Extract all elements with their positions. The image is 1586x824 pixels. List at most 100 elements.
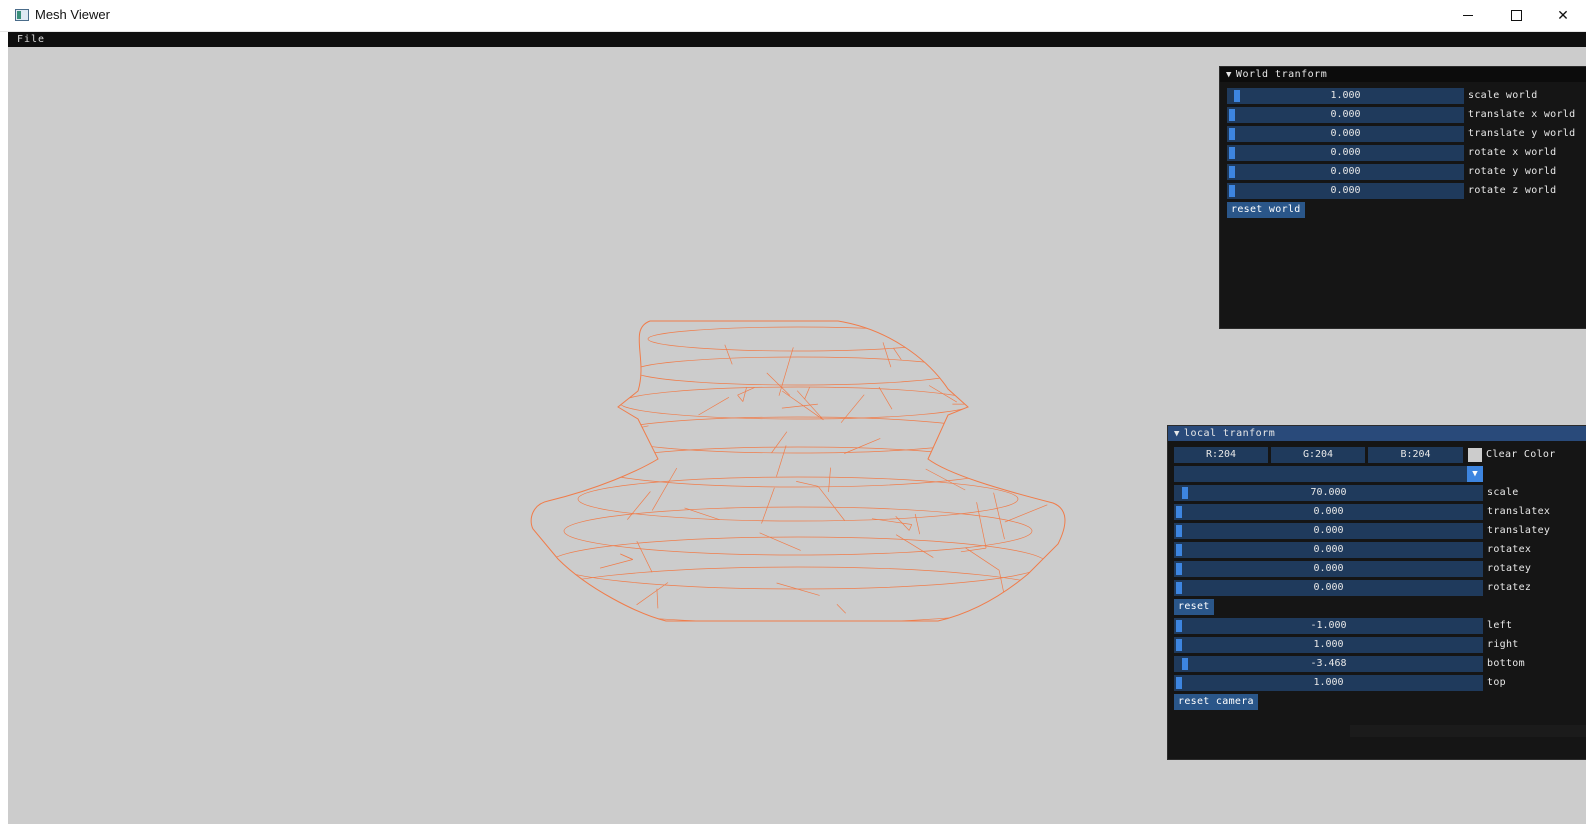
mesh-edge	[555, 431, 594, 455]
slider-rotate-x-world[interactable]: 0.000	[1227, 145, 1464, 161]
mesh-edge	[836, 603, 846, 614]
slider-translatex[interactable]: 0.000	[1174, 504, 1483, 520]
close-icon[interactable]: ✕	[1540, 0, 1586, 31]
slider-right[interactable]: 1.000	[1174, 637, 1483, 653]
slider-rotatey[interactable]: 0.000	[1174, 561, 1483, 577]
mesh-edge	[546, 397, 560, 438]
mesh-edge	[759, 532, 801, 551]
slider-grab-handle[interactable]	[1229, 128, 1235, 140]
mesh-edge	[698, 396, 730, 416]
mesh-edge	[1035, 321, 1050, 366]
mesh-ring	[563, 506, 1033, 556]
slider-grab-handle[interactable]	[1229, 166, 1235, 178]
slider-rotate-z-world[interactable]: 0.000	[1227, 183, 1464, 199]
mesh-edge	[636, 582, 669, 606]
slider-top[interactable]: 1.000	[1174, 675, 1483, 691]
slider-label: rotate x world	[1468, 147, 1557, 158]
reset-camera-button[interactable]: reset camera	[1174, 694, 1258, 710]
mesh-edge	[817, 486, 845, 521]
mesh-edge	[601, 387, 608, 420]
slider-grab-handle[interactable]	[1229, 185, 1235, 197]
mesh-edge	[620, 553, 633, 560]
collapse-triangle-icon[interactable]: ▼	[1174, 427, 1180, 442]
mesh-edge	[778, 347, 794, 396]
slider-rotatez[interactable]: 0.000	[1174, 580, 1483, 596]
mesh-edge	[538, 415, 580, 424]
menu-bar: File	[8, 32, 1586, 47]
slider-translatey[interactable]: 0.000	[1174, 523, 1483, 539]
slider-scale[interactable]: 70.000	[1174, 485, 1483, 501]
chevron-down-icon[interactable]: ▼	[1467, 466, 1483, 482]
mesh-edge	[828, 467, 831, 493]
local-transform-panel[interactable]: ▼ local tranform R:204 G:204 B:204 Clear …	[1167, 425, 1586, 760]
mesh-select-combo[interactable]: ▼	[1174, 466, 1483, 482]
slider-label: rotatez	[1487, 582, 1532, 593]
slider-label: scale world	[1468, 90, 1538, 101]
clear-color-r-field[interactable]: R:204	[1174, 447, 1268, 463]
slider-grab-handle[interactable]	[1229, 109, 1235, 121]
slider-grab-handle[interactable]	[1181, 658, 1188, 670]
mesh-edge	[998, 570, 1008, 609]
collapse-triangle-icon[interactable]: ▼	[1226, 68, 1232, 83]
mesh-edge	[976, 502, 987, 549]
title-bar: Mesh Viewer ✕	[0, 0, 1586, 32]
slider-grab-handle[interactable]	[1176, 506, 1182, 518]
mesh-edge	[1049, 321, 1064, 355]
slider-grab-handle[interactable]	[1176, 620, 1182, 632]
app-icon	[15, 9, 29, 21]
slider-grab-handle[interactable]	[1176, 544, 1182, 556]
window-frame-left	[0, 32, 8, 824]
clear-color-b-field[interactable]: B:204	[1368, 447, 1463, 463]
slider-grab-handle[interactable]	[1176, 677, 1182, 689]
reset-world-button[interactable]: reset world	[1227, 202, 1305, 218]
mesh-edge	[960, 547, 987, 553]
local-panel-title: local tranform	[1183, 428, 1276, 439]
slider-bottom[interactable]: -3.468	[1174, 656, 1483, 672]
clear-color-label: Clear Color	[1486, 449, 1556, 460]
slider-grab-handle[interactable]	[1176, 582, 1182, 594]
mesh-edge	[781, 390, 824, 421]
slider-value: -1.000	[1310, 620, 1347, 631]
slider-left[interactable]: -1.000	[1174, 618, 1483, 634]
mesh-edge	[627, 491, 651, 520]
slider-value: 0.000	[1313, 506, 1344, 517]
mesh-edge	[761, 487, 775, 524]
slider-grab-handle[interactable]	[1181, 487, 1188, 499]
mesh-ring	[549, 536, 1047, 590]
slider-label: translate y world	[1468, 128, 1576, 139]
mesh-edge	[531, 425, 556, 430]
slider-scale-world[interactable]: 1.000	[1227, 88, 1464, 104]
slider-translate-x-world[interactable]: 0.000	[1227, 107, 1464, 123]
mesh-edge	[1049, 562, 1052, 592]
slider-label: left	[1487, 620, 1513, 631]
world-transform-panel[interactable]: ▼ World tranform 1.000 scale world 0.000 tra…	[1219, 66, 1586, 329]
slider-translate-y-world[interactable]: 0.000	[1227, 126, 1464, 142]
slider-rotate-y-world[interactable]: 0.000	[1227, 164, 1464, 180]
mesh-edge	[651, 467, 678, 511]
slider-value: 0.000	[1313, 544, 1344, 555]
slider-value: 0.000	[1313, 563, 1344, 574]
clear-color-swatch[interactable]	[1468, 448, 1482, 462]
minimize-icon[interactable]	[1445, 0, 1491, 31]
local-panel-header[interactable]: ▼ local tranform	[1168, 426, 1586, 441]
slider-label: translate x world	[1468, 109, 1576, 120]
mesh-edge	[914, 513, 921, 535]
slider-grab-handle[interactable]	[1233, 90, 1240, 102]
mesh-edge	[804, 387, 810, 400]
slider-grab-handle[interactable]	[1229, 147, 1235, 159]
world-panel-header[interactable]: ▼ World tranform	[1220, 67, 1586, 82]
mesh-edge	[882, 342, 892, 368]
slider-value: 1.000	[1330, 90, 1361, 101]
slider-grab-handle[interactable]	[1176, 563, 1182, 575]
slider-label: rotatey	[1487, 563, 1532, 574]
maximize-icon[interactable]	[1493, 0, 1539, 31]
reset-button[interactable]: reset	[1174, 599, 1214, 615]
slider-value: 1.000	[1313, 677, 1344, 688]
slider-grab-handle[interactable]	[1176, 639, 1182, 651]
mesh-edge	[893, 347, 902, 360]
slider-rotatex[interactable]: 0.000	[1174, 542, 1483, 558]
menu-file[interactable]: File	[17, 32, 45, 47]
clear-color-g-field[interactable]: G:204	[1271, 447, 1365, 463]
slider-value: 0.000	[1330, 147, 1361, 158]
slider-grab-handle[interactable]	[1176, 525, 1182, 537]
